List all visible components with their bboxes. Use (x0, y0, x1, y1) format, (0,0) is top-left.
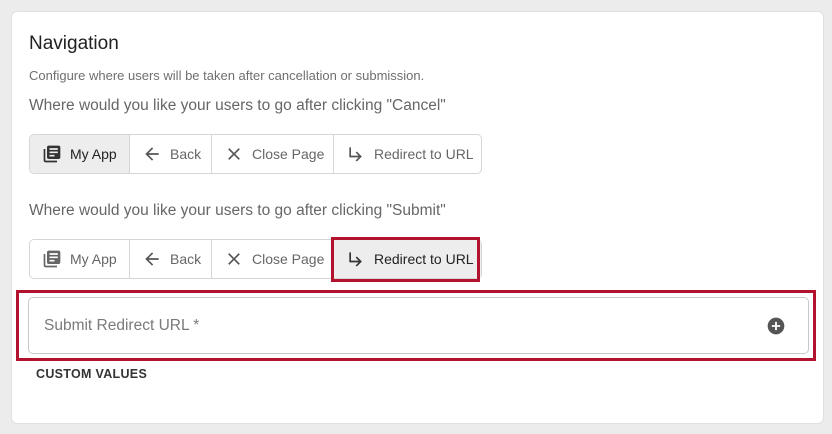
option-label: Redirect to URL (374, 251, 474, 267)
submit-question: Where would you like your users to go af… (29, 202, 446, 219)
custom-values-link[interactable]: CUSTOM VALUES (36, 367, 147, 381)
cancel-option-back[interactable]: Back (129, 135, 211, 173)
submit-redirect-url-field (28, 297, 809, 354)
submit-option-redirect-url[interactable]: Redirect to URL (333, 240, 481, 278)
arrow-left-icon (145, 252, 159, 266)
add-circle-icon[interactable] (766, 316, 786, 336)
option-label: My App (70, 146, 117, 162)
cancel-option-redirect-url[interactable]: Redirect to URL (333, 135, 481, 173)
subdirectory-arrow-right-icon (349, 252, 362, 267)
navigation-card: Navigation Configure where users will be… (11, 11, 824, 424)
submit-option-my-app[interactable]: My App (30, 240, 129, 278)
library-books-icon (43, 145, 61, 163)
library-books-icon (43, 250, 61, 268)
option-label: Close Page (252, 251, 325, 267)
cancel-options-group: My App Back Close Page Redirect to URL (29, 134, 482, 174)
subdirectory-arrow-right-icon (349, 147, 362, 162)
section-description: Configure where users will be taken afte… (29, 68, 425, 83)
submit-option-close-page[interactable]: Close Page (211, 240, 333, 278)
cancel-option-my-app[interactable]: My App (30, 135, 129, 173)
option-label: Close Page (252, 146, 325, 162)
close-icon (228, 148, 240, 160)
submit-redirect-url-input[interactable] (42, 315, 746, 336)
section-title: Navigation (29, 33, 119, 54)
option-label: Redirect to URL (374, 146, 474, 162)
option-label: Back (170, 146, 202, 162)
option-label: My App (70, 251, 117, 267)
submit-option-back[interactable]: Back (129, 240, 211, 278)
cancel-question: Where would you like your users to go af… (29, 97, 446, 114)
submit-options-group: My App Back Close Page Redirect to URL (29, 239, 482, 279)
close-icon (228, 253, 240, 265)
option-label: Back (170, 251, 202, 267)
arrow-left-icon (145, 147, 159, 161)
cancel-option-close-page[interactable]: Close Page (211, 135, 333, 173)
